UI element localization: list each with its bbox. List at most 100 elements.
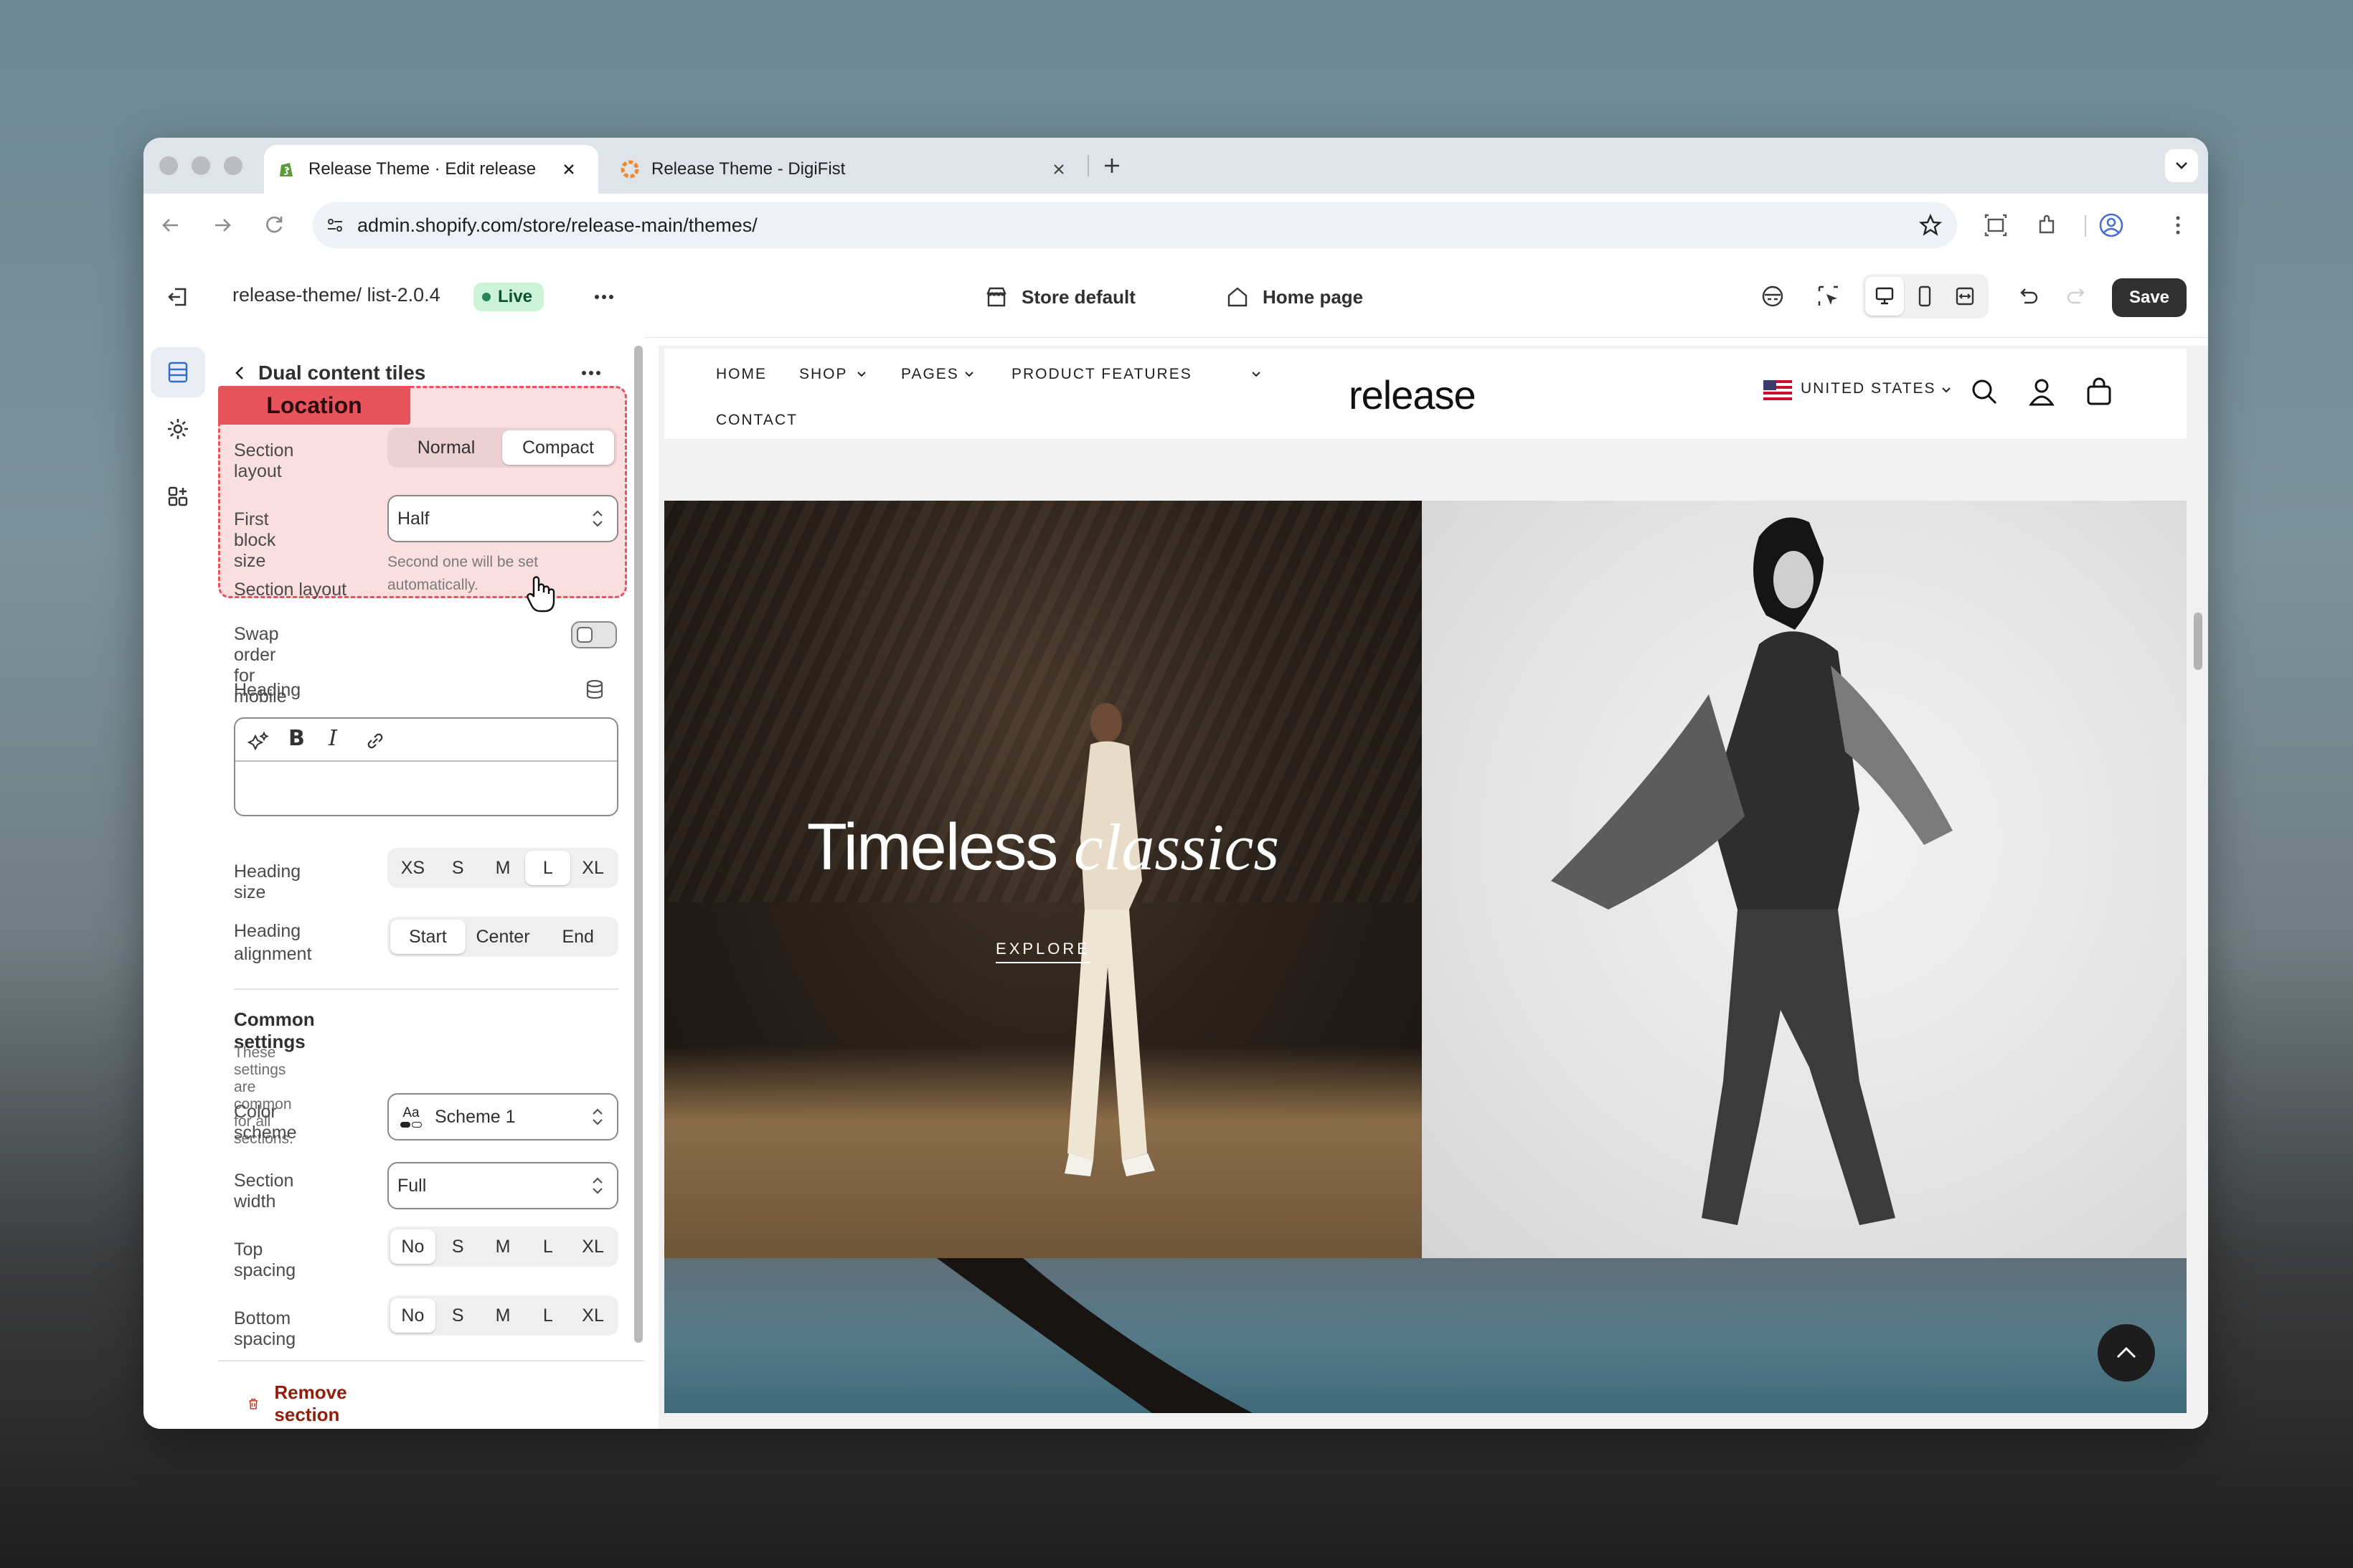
profile-icon[interactable]	[2098, 212, 2125, 239]
scroll-to-top-button[interactable]	[2098, 1324, 2155, 1382]
account-icon[interactable]	[2026, 376, 2057, 407]
exit-editor-icon[interactable]	[165, 283, 192, 311]
more-actions-icon[interactable]	[591, 284, 617, 310]
option-normal[interactable]: Normal	[390, 430, 502, 465]
window-zoom-dot[interactable]	[224, 156, 242, 175]
select-arrows-icon	[593, 1177, 603, 1194]
window-minimize-dot[interactable]	[192, 156, 210, 175]
option-l[interactable]: L	[525, 851, 571, 885]
option-no[interactable]: No	[390, 1298, 435, 1333]
option-xl[interactable]: XL	[570, 851, 616, 885]
option-no[interactable]: No	[390, 1229, 435, 1264]
swap-order-toggle[interactable]	[571, 621, 617, 648]
nav-pages[interactable]: PAGES	[901, 366, 959, 383]
panel-scrollbar-track[interactable]	[634, 346, 643, 1343]
theme-name: release-theme/ list-2.0.4	[232, 284, 440, 306]
option-l[interactable]: L	[525, 1229, 570, 1264]
inspector-icon[interactable]	[1815, 283, 1842, 310]
extensions-icon[interactable]	[2034, 212, 2060, 238]
desktop-view-button[interactable]	[1865, 277, 1904, 316]
search-icon[interactable]	[1968, 376, 2000, 407]
back-arrow-icon[interactable]	[158, 212, 184, 238]
save-button[interactable]: Save	[2112, 278, 2187, 317]
dynamic-source-icon[interactable]	[583, 677, 607, 702]
tab-digifist[interactable]: Release Theme - DigiFist	[617, 145, 1076, 194]
dual-tile-left[interactable]: Timeless classics EXPLORE	[664, 501, 1422, 1258]
option-xl[interactable]: XL	[570, 1298, 616, 1333]
address-toolbar: admin.shopify.com/store/release-main/the…	[143, 194, 2208, 258]
store-selector[interactable]: Store default	[984, 280, 1136, 314]
link-icon[interactable]	[363, 729, 387, 753]
option-compact[interactable]: Compact	[502, 430, 614, 465]
bottom-spacing-label: Bottom spacing	[234, 1308, 296, 1349]
hero-heading: Timeless classics	[664, 809, 1422, 885]
location-annotation-label: Location	[218, 386, 410, 425]
close-tab-icon[interactable]	[561, 161, 577, 177]
option-s[interactable]: S	[435, 1298, 481, 1333]
panel-scrollbar-thumb[interactable]	[634, 346, 643, 1343]
sections-tab-button[interactable]	[151, 347, 205, 397]
nav-home[interactable]: HOME	[716, 366, 767, 383]
section-width-select[interactable]: Full	[387, 1162, 618, 1209]
explore-link[interactable]: EXPLORE	[996, 940, 1090, 963]
tab-divider	[1088, 155, 1089, 176]
option-m[interactable]: M	[481, 1298, 526, 1333]
undo-icon[interactable]	[2014, 283, 2042, 310]
apps-icon[interactable]	[164, 482, 192, 511]
ai-assistant-icon[interactable]	[1759, 283, 1786, 310]
fullscreen-view-icon[interactable]	[1946, 277, 1984, 316]
bookmark-star-icon[interactable]	[1918, 213, 1943, 237]
dual-tile-right[interactable]	[1422, 501, 2187, 1258]
italic-icon[interactable]: I	[329, 726, 337, 751]
new-tab-icon[interactable]	[1101, 155, 1123, 176]
chevron-down-icon	[857, 372, 866, 377]
section-divider	[234, 988, 618, 990]
page-selector[interactable]: Home page	[1225, 280, 1363, 314]
first-block-size-value: Half	[397, 508, 430, 529]
store-selector-label: Store default	[1022, 285, 1136, 308]
site-logo[interactable]: release	[1349, 372, 1476, 418]
mobile-view-icon[interactable]	[1905, 277, 1944, 316]
live-badge: Live	[473, 283, 544, 311]
ai-sparkle-icon[interactable]	[247, 729, 271, 753]
chevron-down-icon	[1942, 387, 1951, 393]
option-center[interactable]: Center	[466, 920, 541, 954]
remove-section-button[interactable]: Remove section	[247, 1382, 357, 1426]
screenshot-icon[interactable]	[1983, 212, 2009, 238]
option-l[interactable]: L	[525, 1298, 570, 1333]
back-chevron-icon[interactable]	[230, 363, 250, 383]
redo-icon[interactable]	[2063, 283, 2090, 310]
url-bar[interactable]: admin.shopify.com/store/release-main/the…	[313, 202, 1957, 248]
option-m[interactable]: M	[481, 851, 526, 885]
first-block-size-select[interactable]: Half	[387, 495, 618, 542]
theme-settings-icon[interactable]	[164, 415, 192, 443]
nav-shop[interactable]: SHOP	[799, 366, 848, 383]
browser-menu-icon[interactable]	[2172, 212, 2184, 238]
forward-arrow-icon[interactable]	[209, 212, 235, 238]
option-s[interactable]: S	[435, 1229, 481, 1264]
option-xl[interactable]: XL	[570, 1229, 616, 1264]
section-more-icon[interactable]	[578, 360, 604, 386]
option-xs[interactable]: XS	[390, 851, 435, 885]
bold-icon[interactable]: B	[288, 726, 305, 751]
chevron-down-icon	[965, 372, 973, 377]
option-start[interactable]: Start	[390, 920, 466, 954]
editor-divider	[235, 760, 617, 762]
preview-scrollbar-thumb[interactable]	[2194, 613, 2202, 670]
reload-icon[interactable]	[261, 212, 287, 238]
tab-search-button[interactable]	[2165, 149, 2198, 182]
option-m[interactable]: M	[481, 1229, 526, 1264]
country-selector[interactable]: UNITED STATES	[1801, 380, 1936, 397]
next-section-image	[664, 1258, 2187, 1413]
nav-contact[interactable]: CONTACT	[716, 412, 798, 429]
site-settings-icon[interactable]	[324, 214, 346, 236]
option-s[interactable]: S	[435, 851, 481, 885]
color-scheme-select[interactable]: Aa Scheme 1	[387, 1093, 618, 1140]
tab-shopify-editor[interactable]: Release Theme · Edit release	[264, 145, 598, 194]
heading-richtext-editor[interactable]: B I	[234, 717, 618, 816]
cart-bag-icon[interactable]	[2083, 376, 2115, 407]
close-tab-icon[interactable]	[1051, 161, 1067, 177]
option-end[interactable]: End	[540, 920, 616, 954]
window-close-dot[interactable]	[159, 156, 178, 175]
nav-product-features[interactable]: PRODUCT FEATURES	[1012, 366, 1192, 383]
